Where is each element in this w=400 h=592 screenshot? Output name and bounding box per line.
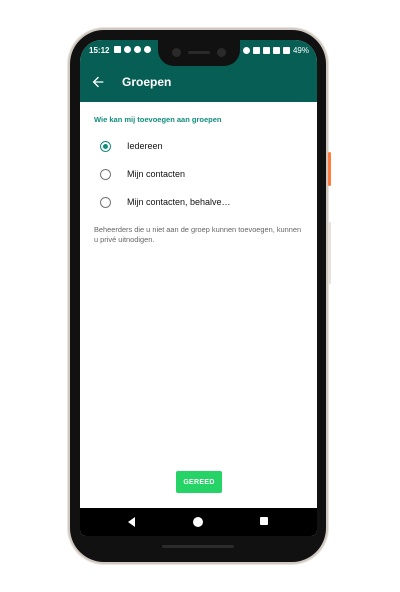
arrow-left-icon[interactable]: [90, 74, 106, 90]
bottom-speaker: [162, 545, 234, 548]
front-camera-icon: [217, 48, 226, 57]
option-my-contacts-except[interactable]: Mijn contacten, behalve…: [100, 194, 231, 210]
navigation-bar: [80, 508, 317, 536]
wifi-icon: [262, 47, 270, 54]
nav-back-icon[interactable]: [128, 517, 135, 527]
volume-button: [328, 222, 331, 284]
app-bar: Groepen: [80, 62, 317, 102]
notification-icons: [114, 46, 151, 53]
location-notification-icon: [124, 46, 131, 53]
page-title: Groepen: [122, 75, 172, 89]
phone-frame: 15:12 49% Groepen Wie kan mij toevoegen …: [70, 30, 331, 562]
done-button[interactable]: GEREED: [176, 471, 222, 493]
signal-icon: [272, 47, 280, 54]
settings-description: Beheerders die u niet aan de groep kunne…: [94, 225, 302, 244]
system-icons: 49%: [242, 46, 309, 55]
radio-unselected-icon[interactable]: [100, 196, 111, 208]
option-label: Mijn contacten, behalve…: [127, 197, 231, 207]
option-everyone[interactable]: Iedereen: [100, 138, 163, 154]
nav-home-icon[interactable]: [193, 517, 203, 527]
front-camera-icon: [172, 48, 181, 57]
phone-screen: 15:12 49% Groepen Wie kan mij toevoegen …: [80, 40, 317, 536]
power-button: [328, 152, 331, 186]
status-time: 15:12: [89, 46, 110, 55]
bluetooth-icon: [252, 47, 260, 54]
camera-notch: [158, 40, 240, 66]
section-title: Wie kan mij toevoegen aan groepen: [94, 115, 222, 124]
messenger-notification-icon: [134, 46, 141, 53]
option-label: Iedereen: [127, 141, 163, 151]
earpiece-speaker: [188, 51, 210, 54]
whatsapp-notification-icon: [144, 46, 151, 53]
battery-percentage: 49%: [292, 46, 309, 55]
image-notification-icon: [114, 46, 121, 53]
radio-unselected-icon[interactable]: [100, 168, 111, 180]
battery-icon: [282, 47, 290, 54]
radio-selected-icon[interactable]: [100, 140, 111, 152]
nav-recents-icon[interactable]: [260, 517, 268, 525]
alarm-icon: [242, 47, 250, 54]
option-label: Mijn contacten: [127, 169, 186, 179]
option-my-contacts[interactable]: Mijn contacten: [100, 166, 185, 182]
